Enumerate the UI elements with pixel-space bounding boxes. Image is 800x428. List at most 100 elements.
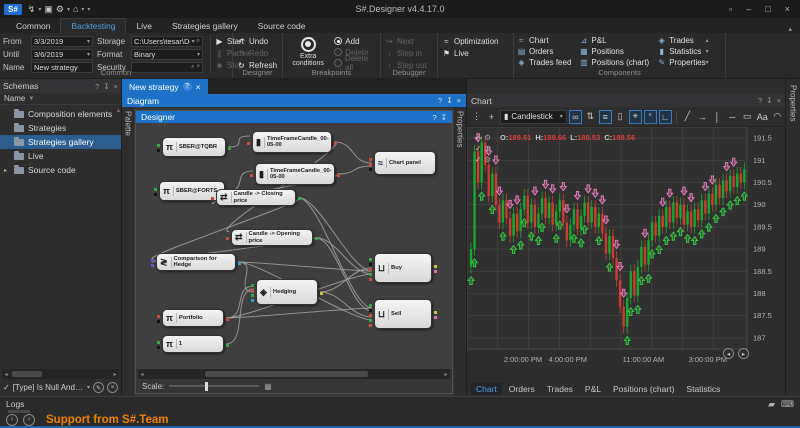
pin-icon[interactable]: ↧ xyxy=(441,113,447,122)
component-statistics[interactable]: ▮Statistics xyxy=(657,46,705,57)
port-l[interactable] xyxy=(251,284,254,287)
port-l[interactable] xyxy=(251,299,254,302)
controller-icon[interactable]: ⌨ xyxy=(781,399,794,410)
port-l[interactable] xyxy=(369,319,372,322)
component-properties[interactable]: ✎Properties xyxy=(657,57,705,68)
minimize-button[interactable]: – xyxy=(746,4,751,14)
close-icon[interactable]: × xyxy=(457,96,461,105)
port-l[interactable] xyxy=(151,264,154,267)
port-l[interactable] xyxy=(369,278,372,281)
port-l[interactable] xyxy=(250,174,253,177)
port-l[interactable] xyxy=(157,315,160,318)
port-r[interactable] xyxy=(228,147,231,150)
chart-tab-chart[interactable]: Chart xyxy=(471,383,502,395)
from-date-field[interactable]: 3/3/2019▾ xyxy=(31,36,93,47)
slider-thumb[interactable] xyxy=(205,382,208,391)
port-l[interactable] xyxy=(211,197,214,200)
edit-condition-button[interactable]: ✎ xyxy=(93,382,104,393)
home-caret[interactable]: ▾ xyxy=(81,6,84,13)
ribbon-tab-source-code[interactable]: Source code xyxy=(248,18,316,33)
save-icon[interactable]: ▣ xyxy=(44,4,53,15)
add-indicator-button[interactable]: + xyxy=(485,110,498,124)
node-timeframecandle-00-05-00[interactable]: ▮TimeFrameCandle_00-05-00 xyxy=(255,163,335,185)
chart-scroll-right-button[interactable]: ▸ xyxy=(738,348,749,359)
ribbon-tab-backtesting[interactable]: Backtesting xyxy=(60,18,126,33)
help-icon[interactable]: ? xyxy=(433,113,437,122)
draw-line-button[interactable]: ╱ xyxy=(681,110,694,124)
port-l[interactable] xyxy=(154,193,157,196)
draw-text-button[interactable]: Aa xyxy=(756,110,769,124)
chevron-down-icon[interactable]: ▾ xyxy=(87,38,90,45)
port-l[interactable] xyxy=(369,163,372,166)
sidebar-item-live[interactable]: Live xyxy=(0,149,121,163)
port-l[interactable] xyxy=(369,268,372,271)
port-r[interactable] xyxy=(434,265,437,268)
format-select[interactable]: Binary▾ xyxy=(131,49,203,60)
components-caret-icon[interactable]: ▾ xyxy=(706,59,709,66)
annotation-button[interactable]: “ xyxy=(644,110,657,124)
sidebar-item-source-code[interactable]: ▸Source code xyxy=(0,163,121,177)
chevron-down-icon[interactable]: ▾ xyxy=(87,51,90,58)
sidebar-item-composition-elements[interactable]: Composition elements xyxy=(0,107,121,121)
node-candle-closing-price[interactable]: ⇄Candle -> Closing price xyxy=(216,189,296,206)
chevron-down-icon[interactable]: ▾ xyxy=(197,51,200,58)
toolbar-grip[interactable]: ⋮ xyxy=(470,110,483,124)
scroll-left-icon[interactable]: ◂ xyxy=(138,371,146,378)
port-r[interactable] xyxy=(298,197,301,200)
port-r[interactable] xyxy=(434,270,437,273)
series-type-select[interactable]: ▮Candlestick▾ xyxy=(500,110,567,124)
pin-icon[interactable]: ↧ xyxy=(766,96,772,105)
chevron-down-icon[interactable]: ▾ xyxy=(560,113,563,120)
optimization-button[interactable]: ≈Optimization xyxy=(442,35,510,47)
port-r[interactable] xyxy=(434,316,437,319)
port-r[interactable] xyxy=(315,237,318,240)
wire[interactable] xyxy=(337,166,372,174)
node-portfolio[interactable]: πPortfolio xyxy=(162,309,224,327)
storage-field[interactable]: C:\Users\tesar\Do...▾⌕ xyxy=(131,36,203,47)
node-hedging[interactable]: ◈Hedging xyxy=(256,279,318,305)
port-r[interactable] xyxy=(434,311,437,314)
node-timeframecandle-00-05-00[interactable]: ▮TimeFrameCandle_00-05-00 xyxy=(252,131,332,153)
help-icon[interactable]: ? xyxy=(758,96,762,105)
chart-scroll-left-button[interactable]: ◂ xyxy=(723,348,734,359)
tree-filter-header[interactable]: Name ▼ xyxy=(0,93,121,105)
component-positions[interactable]: ▦Positions xyxy=(579,46,649,57)
component-pnl[interactable]: ⊿P&L xyxy=(579,35,649,46)
draw-ellipse-button[interactable]: ◠ xyxy=(771,110,784,124)
port-l[interactable] xyxy=(369,258,372,261)
series-visible-checkbox[interactable]: ✓ xyxy=(475,144,481,153)
ribbon-tab-live[interactable]: Live xyxy=(126,18,162,33)
ribbon-collapse-icon[interactable]: ▴ xyxy=(788,25,792,33)
live-button[interactable]: ⚑Live xyxy=(442,47,510,59)
port-l[interactable] xyxy=(369,168,372,171)
port-r[interactable] xyxy=(226,344,229,347)
chevron-down-icon[interactable]: ▾ xyxy=(192,38,195,45)
diagram-properties-tab[interactable]: Properties xyxy=(454,107,466,396)
close-icon[interactable]: × xyxy=(777,96,781,105)
sidebar-item-strategies-gallery[interactable]: Strategies gallery xyxy=(0,135,121,149)
close-icon[interactable]: × xyxy=(114,82,118,91)
node-candle-opening-price[interactable]: ⇄Candle -> Opening price xyxy=(231,229,313,246)
port-l[interactable] xyxy=(369,263,372,266)
node-sber-tqbr[interactable]: πSBER@TQBR xyxy=(162,137,226,157)
maximize-button[interactable]: □ xyxy=(765,4,770,14)
wire[interactable] xyxy=(238,262,254,292)
chart-tab-trades[interactable]: Trades xyxy=(542,383,578,395)
port-l[interactable] xyxy=(369,158,372,161)
remove-condition-button[interactable]: × xyxy=(107,382,118,393)
scroll-left-icon[interactable]: ◂ xyxy=(2,371,10,378)
port-l[interactable] xyxy=(247,142,250,145)
node-sell[interactable]: ⊔Sell xyxy=(374,299,432,329)
sidebar-item-strategies[interactable]: Strategies xyxy=(0,121,121,135)
auto-range-button[interactable]: ⇅ xyxy=(584,110,597,124)
float-window-button[interactable]: ▫ xyxy=(729,4,732,14)
component-positions-chart[interactable]: ▥Positions (chart) xyxy=(579,57,649,68)
palette-tab[interactable]: Palette xyxy=(122,107,134,396)
node-1[interactable]: π1 xyxy=(162,335,224,353)
scale-slider[interactable] xyxy=(169,385,259,387)
port-l[interactable] xyxy=(251,289,254,292)
undo-button[interactable]: ↶Undo xyxy=(237,35,279,47)
gear-icon[interactable]: ⚙ xyxy=(484,133,491,142)
chart-tab-statistics[interactable]: Statistics xyxy=(681,383,725,395)
filter-icon[interactable]: ▼ xyxy=(28,96,34,102)
